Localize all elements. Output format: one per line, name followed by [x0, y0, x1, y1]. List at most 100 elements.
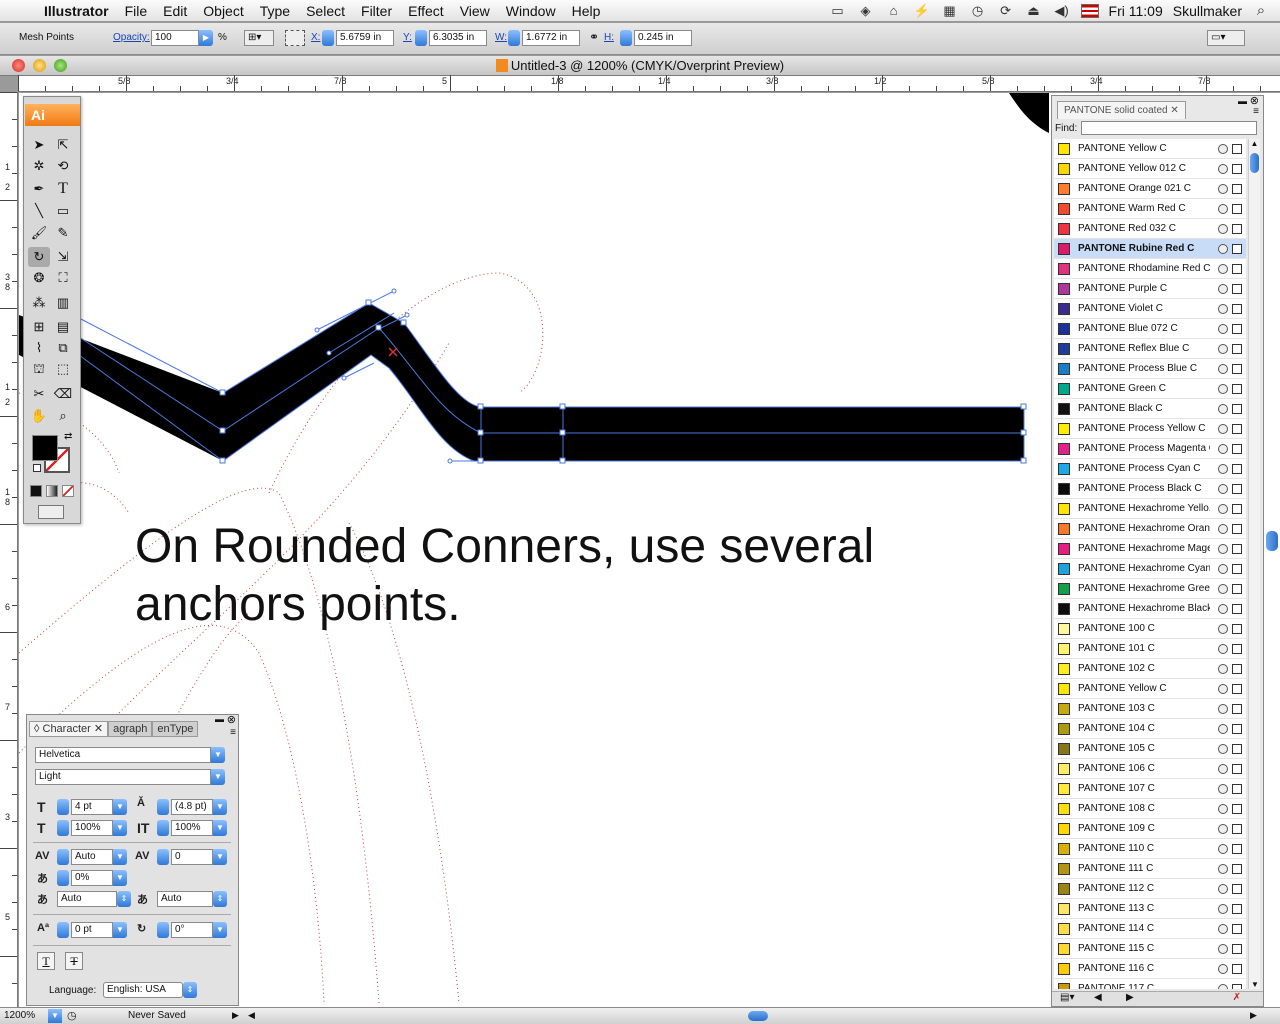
y-link[interactable]: Y:: [403, 32, 412, 43]
font-style-field[interactable]: Light: [35, 769, 211, 785]
zoom-tool-icon[interactable]: ⌕: [52, 406, 74, 426]
font-family-field[interactable]: Helvetica: [35, 747, 211, 763]
menu-app-illustrator[interactable]: Illustrator: [40, 0, 117, 22]
status-options-icon[interactable]: ◷: [67, 1009, 77, 1022]
kerning-dropdown[interactable]: ▼: [113, 849, 127, 865]
default-colors-icon[interactable]: [33, 464, 41, 472]
language-select[interactable]: English: USA: [103, 982, 183, 998]
panel-collapse-icon[interactable]: ▬: [215, 714, 224, 724]
menu-help[interactable]: Help: [564, 0, 609, 22]
swatch-row[interactable]: PANTONE 108 C: [1054, 799, 1246, 819]
leading-field[interactable]: (4.8 pt): [171, 799, 213, 815]
y-stepper[interactable]: [415, 30, 427, 46]
menu-window[interactable]: Window: [498, 0, 564, 22]
swatch-row[interactable]: PANTONE Black C: [1054, 399, 1246, 419]
swatch-row[interactable]: PANTONE Hexachrome Green C: [1054, 579, 1246, 599]
x-stepper[interactable]: [322, 30, 334, 46]
type-tool-icon[interactable]: T: [52, 179, 74, 199]
leading-stepper[interactable]: [157, 799, 169, 815]
swatch-row[interactable]: PANTONE Yellow 012 C: [1054, 159, 1246, 179]
swatch-row[interactable]: PANTONE 100 C: [1054, 619, 1246, 639]
swatch-row[interactable]: PANTONE 107 C: [1054, 779, 1246, 799]
gradient-mode-icon[interactable]: [46, 485, 58, 497]
swatch-row[interactable]: PANTONE Rubine Red C: [1054, 239, 1246, 259]
swatch-row[interactable]: PANTONE Hexachrome Oran...: [1054, 519, 1246, 539]
reference-point-button[interactable]: ⊞▾: [244, 30, 274, 46]
scroll-left-arrow[interactable]: ◀: [248, 1010, 255, 1021]
free-transform-tool-icon[interactable]: ⛶: [52, 268, 74, 288]
eyedropper-tool-icon[interactable]: ⌇: [28, 338, 50, 358]
opacity-link[interactable]: Opacity:: [113, 32, 150, 43]
y-field[interactable]: 6.3035 in: [429, 30, 487, 46]
menu-object[interactable]: Object: [195, 0, 251, 22]
underline-button[interactable]: T: [37, 952, 55, 970]
mesh-tool-icon[interactable]: ⊞: [28, 317, 50, 337]
font-size-stepper[interactable]: [57, 799, 69, 815]
swatch-row[interactable]: PANTONE Process Yellow C: [1054, 419, 1246, 439]
menubar-clock[interactable]: Fri 11:09: [1109, 3, 1163, 19]
swatch-row[interactable]: PANTONE 113 C: [1054, 899, 1246, 919]
direct-selection-tool-icon[interactable]: ⇱: [52, 135, 74, 155]
menu-view[interactable]: View: [452, 0, 498, 22]
swatch-row[interactable]: PANTONE 104 C: [1054, 719, 1246, 739]
vertical-scale-field[interactable]: 100%: [71, 820, 113, 836]
selection-tool-icon[interactable]: ➤: [28, 135, 50, 155]
w-link[interactable]: W:: [495, 32, 507, 43]
opacity-field[interactable]: 100: [151, 30, 199, 46]
none-mode-icon[interactable]: [62, 485, 74, 497]
tab-pantone-solid-coated[interactable]: PANTONE solid coated ✕: [1057, 101, 1186, 119]
menu-filter[interactable]: Filter: [353, 0, 400, 22]
horizontal-scroll-thumb[interactable]: [748, 1011, 768, 1021]
symbol-sprayer-tool-icon[interactable]: ⁂: [28, 293, 50, 313]
volume-icon[interactable]: ◀): [1053, 4, 1071, 18]
eject-icon[interactable]: ⏏: [1025, 4, 1043, 18]
canvas-text-line-1[interactable]: On Rounded Conners, use several: [135, 518, 975, 576]
swatch-row[interactable]: PANTONE 103 C: [1054, 699, 1246, 719]
rectangle-tool-icon[interactable]: ▭: [52, 201, 74, 221]
swatch-row[interactable]: PANTONE Hexachrome Mage...: [1054, 539, 1246, 559]
swatch-row[interactable]: PANTONE Yellow C: [1054, 679, 1246, 699]
panel-collapse-icon[interactable]: ▬: [1238, 96, 1247, 106]
swatch-row[interactable]: PANTONE Hexachrome Yello...: [1054, 499, 1246, 519]
rotation-stepper[interactable]: [157, 922, 169, 938]
tab-paragraph[interactable]: agraph: [108, 721, 153, 737]
vertical-scale-stepper[interactable]: [57, 820, 69, 836]
swatch-row[interactable]: PANTONE Violet C: [1054, 299, 1246, 319]
swatch-row[interactable]: PANTONE Process Cyan C: [1054, 459, 1246, 479]
panel-close-icon[interactable]: ⊗: [227, 713, 236, 726]
swatch-row[interactable]: PANTONE 117 C: [1054, 979, 1246, 989]
warp-tool-icon[interactable]: ❂: [28, 268, 50, 288]
baseline-shift-stepper[interactable]: [57, 922, 69, 938]
swatch-list[interactable]: PANTONE Yellow C PANTONE Yellow 012 C PANT…: [1054, 139, 1246, 989]
swap-fill-stroke-icon[interactable]: ⇄: [64, 431, 72, 442]
swatch-row[interactable]: PANTONE 115 C: [1054, 939, 1246, 959]
tracking-stepper[interactable]: [157, 849, 169, 865]
font-style-dropdown[interactable]: ▼: [211, 769, 225, 785]
x-link[interactable]: X:: [311, 32, 320, 43]
menu-type[interactable]: Type: [252, 0, 298, 22]
screen-mode-icon[interactable]: [38, 505, 64, 519]
swatch-row[interactable]: PANTONE 102 C: [1054, 659, 1246, 679]
tab-close-icon[interactable]: ✕: [1170, 105, 1178, 116]
swatch-row[interactable]: PANTONE 109 C: [1054, 819, 1246, 839]
swatch-row[interactable]: PANTONE 111 C: [1054, 859, 1246, 879]
menu-edit[interactable]: Edit: [155, 0, 195, 22]
swatch-row[interactable]: PANTONE 112 C: [1054, 879, 1246, 899]
disk-icon[interactable]: ▭: [829, 4, 847, 18]
spaces-icon[interactable]: ▦: [941, 4, 959, 18]
baseline-shift-field[interactable]: 0 pt: [71, 922, 113, 938]
swatch-row[interactable]: PANTONE 106 C: [1054, 759, 1246, 779]
swatch-row[interactable]: PANTONE Blue 072 C: [1054, 319, 1246, 339]
spotlight-search-icon[interactable]: ⌕: [1252, 3, 1270, 18]
slice-tool-icon[interactable]: ✂: [28, 384, 50, 404]
font-size-field[interactable]: 4 pt: [71, 799, 113, 815]
canvas-text-block[interactable]: On Rounded Conners, use several anchors …: [135, 518, 975, 634]
lasso-tool-icon[interactable]: ⟲: [52, 156, 74, 176]
app-status-icon[interactable]: ◈: [857, 4, 875, 18]
leading-dropdown[interactable]: ▼: [213, 799, 227, 815]
script-icon[interactable]: ⌂: [885, 4, 903, 18]
tsume-stepper[interactable]: [57, 870, 69, 886]
find-input[interactable]: [1081, 121, 1257, 135]
kerning-field[interactable]: Auto: [71, 849, 113, 865]
h-link[interactable]: H:: [604, 32, 614, 43]
